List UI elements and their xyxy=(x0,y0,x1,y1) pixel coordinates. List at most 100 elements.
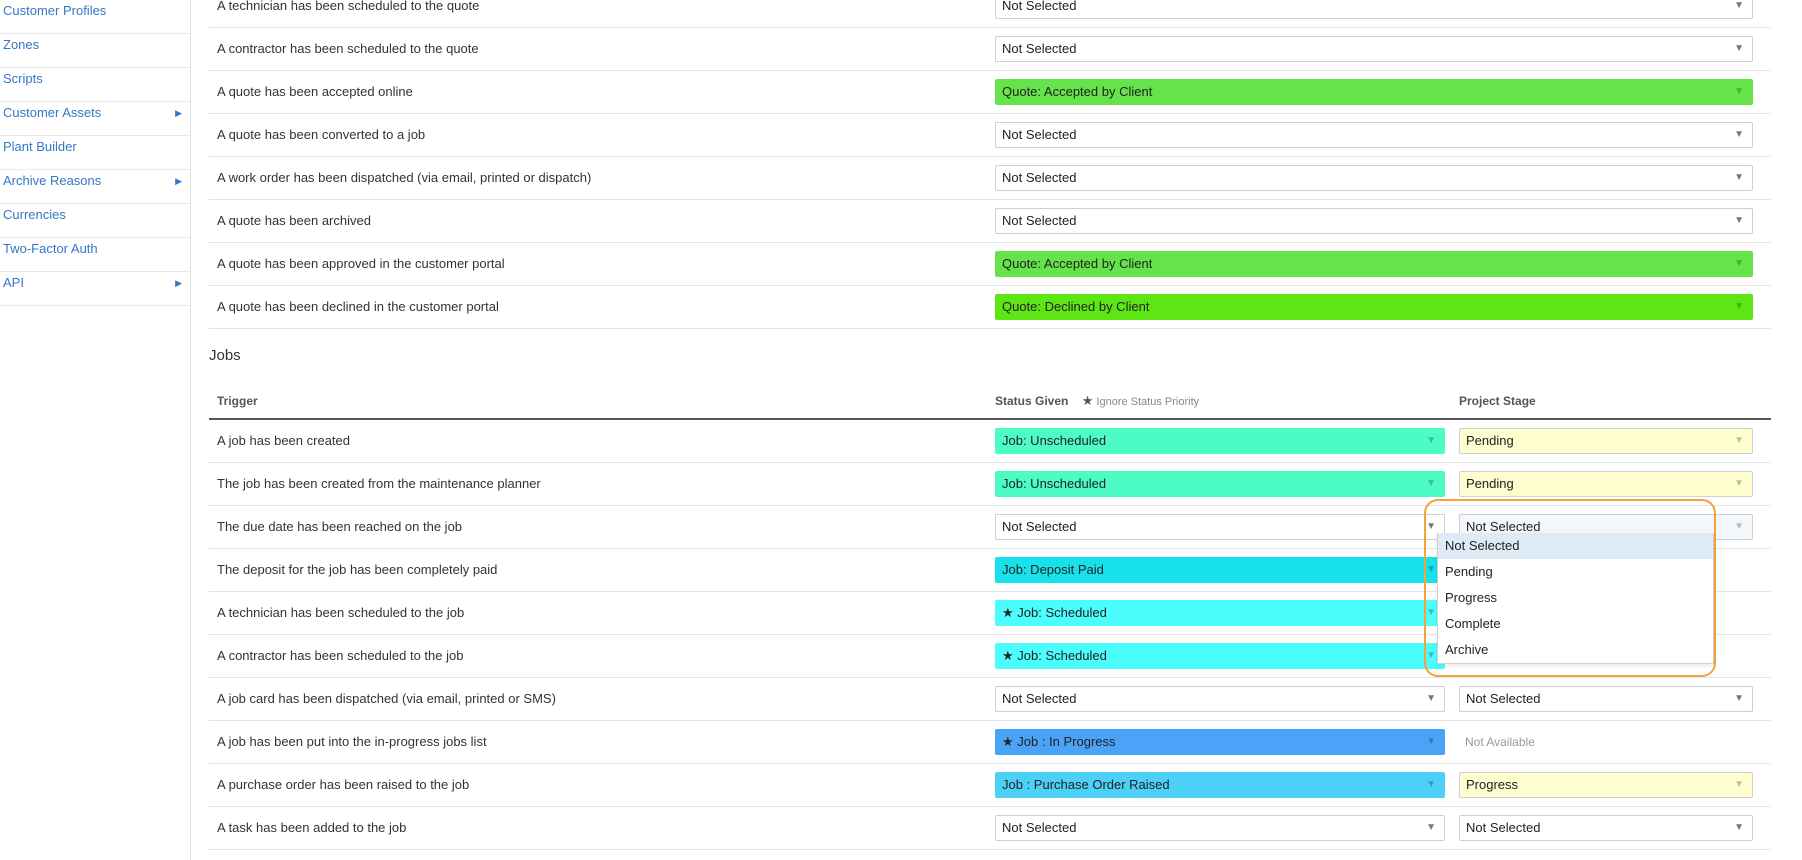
trigger-label: A quote has been archived xyxy=(217,213,371,228)
status-given-select[interactable]: Not Selected ▼ xyxy=(995,165,1753,191)
jobs-section-title: Jobs xyxy=(209,347,241,364)
trigger-label: A quote has been accepted online xyxy=(217,84,413,99)
status-given-select-value: Quote: Declined by Client xyxy=(1002,299,1150,314)
chevron-down-icon: ▼ xyxy=(1734,86,1744,97)
trigger-label: A work order has been dispatched (via em… xyxy=(217,170,592,185)
chevron-down-icon: ▼ xyxy=(1426,564,1436,575)
dropdown-option-progress[interactable]: Progress xyxy=(1438,585,1713,611)
project-stage-select[interactable]: Pending ▼ xyxy=(1459,428,1753,454)
settings-sidebar: Customer Profiles Zones Scripts Customer As… xyxy=(0,0,191,860)
trigger-label: A contractor has been scheduled to the j… xyxy=(217,648,464,663)
project-stage-select[interactable]: Not Selected ▼ xyxy=(1459,686,1753,712)
chevron-down-icon: ▼ xyxy=(1734,215,1744,226)
status-given-select[interactable]: ★ Job: Scheduled ▼ xyxy=(995,600,1445,626)
sidebar-item-archive-reasons[interactable]: Archive Reasons ▶ xyxy=(0,170,190,204)
status-given-select-value: Not Selected xyxy=(1002,41,1077,56)
status-given-label: Status Given xyxy=(995,394,1069,408)
sidebar-item-currencies[interactable]: Currencies xyxy=(0,204,190,238)
status-given-select[interactable]: Quote: Accepted by Client ▼ xyxy=(995,79,1753,105)
sidebar-item-api[interactable]: API ▶ xyxy=(0,272,190,306)
status-given-select[interactable]: Not Selected ▼ xyxy=(995,815,1445,841)
trigger-label: A quote has been approved in the custome… xyxy=(217,256,505,271)
sidebar-item-plant-builder[interactable]: Plant Builder xyxy=(0,136,190,170)
project-stage-select-value: Progress xyxy=(1466,777,1519,792)
project-stage-select[interactable]: Not Selected ▼ xyxy=(1459,815,1753,841)
project-stage-select-value: Not Selected xyxy=(1466,691,1541,706)
dropdown-option-pending[interactable]: Pending xyxy=(1438,559,1713,585)
trigger-label: A quote has been declined in the custome… xyxy=(217,299,499,314)
trigger-label: A purchase order has been raised to the … xyxy=(217,777,470,792)
trigger-column-header: Trigger xyxy=(217,394,258,408)
status-given-select[interactable]: Not Selected ▼ xyxy=(995,36,1753,62)
project-stage-select-value: Not Selected xyxy=(1466,519,1541,534)
status-given-select[interactable]: Not Selected ▼ xyxy=(995,0,1753,19)
table-row: The job has been created from the mainte… xyxy=(209,463,1771,506)
sidebar-item-label: Zones xyxy=(3,37,40,52)
table-row: A contractor has been scheduled to the q… xyxy=(209,28,1771,71)
sidebar-item-two-factor-auth[interactable]: Two-Factor Auth xyxy=(0,238,190,272)
sidebar-item-label: Currencies xyxy=(3,207,66,222)
status-given-select-value: ★ Job : In Progress xyxy=(1002,734,1116,749)
trigger-label: A contractor has been scheduled to the q… xyxy=(217,41,479,56)
status-given-select[interactable]: Job: Deposit Paid ▼ xyxy=(995,557,1445,583)
status-given-select-value: Quote: Accepted by Client xyxy=(1002,256,1153,271)
status-given-select[interactable]: Quote: Accepted by Client ▼ xyxy=(995,251,1753,277)
status-given-select[interactable]: Job: Unscheduled ▼ xyxy=(995,428,1445,454)
chevron-down-icon: ▼ xyxy=(1426,779,1436,790)
chevron-down-icon: ▼ xyxy=(1426,607,1436,618)
status-given-select[interactable]: Not Selected ▼ xyxy=(995,122,1753,148)
dropdown-option-not-selected[interactable]: Not Selected xyxy=(1438,533,1713,559)
quote-triggers-table: A technician has been scheduled to the q… xyxy=(209,0,1771,329)
table-row: A quote has been accepted online Quote: A… xyxy=(209,71,1771,114)
project-stage-select[interactable]: Progress ▼ xyxy=(1459,772,1753,798)
table-row: A quote has been converted to a job Not S… xyxy=(209,114,1771,157)
status-given-select-value: Job: Deposit Paid xyxy=(1002,562,1104,577)
status-given-select[interactable]: Job: Unscheduled ▼ xyxy=(995,471,1445,497)
status-given-select-value: ★ Job: Scheduled xyxy=(1002,648,1107,663)
sidebar-item-label: Plant Builder xyxy=(3,139,77,154)
sidebar-item-customer-assets[interactable]: Customer Assets ▶ xyxy=(0,102,190,136)
dropdown-option-complete[interactable]: Complete xyxy=(1438,611,1713,637)
trigger-label: A job has been put into the in-progress … xyxy=(217,734,487,749)
table-row: A job has been created Job: Unscheduled ▼ P… xyxy=(209,420,1771,463)
status-given-select[interactable]: Not Selected ▼ xyxy=(995,208,1753,234)
trigger-label: A technician has been scheduled to the j… xyxy=(217,605,465,620)
chevron-down-icon: ▼ xyxy=(1426,650,1436,661)
status-given-select-value: Job: Unscheduled xyxy=(1002,433,1107,448)
status-given-select-value: Not Selected xyxy=(1002,519,1077,534)
sidebar-item-scripts[interactable]: Scripts xyxy=(0,68,190,102)
ignore-status-priority-note: ★ Ignore Status Priority xyxy=(1082,393,1199,408)
table-row: A work order has been dispatched (via em… xyxy=(209,157,1771,200)
chevron-right-icon: ▶ xyxy=(175,108,182,118)
table-row: A purchase order has been raised to the … xyxy=(209,764,1771,807)
table-row: A job card has been dispatched (via emai… xyxy=(209,678,1771,721)
jobs-table-header: Trigger Status Given ★ Ignore Status Pri… xyxy=(209,384,1771,420)
project-stage-select[interactable]: Pending ▼ xyxy=(1459,471,1753,497)
sidebar-item-label: API xyxy=(3,275,24,290)
table-row: A job has been put into the in-progress … xyxy=(209,721,1771,764)
status-given-select[interactable]: Not Selected ▼ xyxy=(995,686,1445,712)
table-row: A quote has been archived Not Selected ▼ xyxy=(209,200,1771,243)
chevron-down-icon: ▼ xyxy=(1734,0,1744,11)
status-given-select[interactable]: Job : Purchase Order Raised ▼ xyxy=(995,772,1445,798)
table-row: A quote has been declined in the custome… xyxy=(209,286,1771,329)
chevron-down-icon: ▼ xyxy=(1734,129,1744,140)
sidebar-item-zones[interactable]: Zones xyxy=(0,34,190,68)
chevron-down-icon: ▼ xyxy=(1734,258,1744,269)
chevron-down-icon: ▼ xyxy=(1426,478,1436,489)
chevron-down-icon: ▼ xyxy=(1734,43,1744,54)
project-stage-unavailable: Not Available xyxy=(1465,735,1535,749)
table-row: A quote has been approved in the custome… xyxy=(209,243,1771,286)
status-given-select[interactable]: ★ Job: Scheduled ▼ xyxy=(995,643,1445,669)
chevron-down-icon: ▼ xyxy=(1734,172,1744,183)
trigger-label: A task has been added to the job xyxy=(217,820,407,835)
status-given-select[interactable]: Quote: Declined by Client ▼ xyxy=(995,294,1753,320)
trigger-label: A technician has been scheduled to the q… xyxy=(217,0,480,13)
sidebar-item-customer-profiles[interactable]: Customer Profiles xyxy=(0,0,190,34)
dropdown-option-archive[interactable]: Archive xyxy=(1438,637,1713,663)
trigger-label: A job card has been dispatched (via emai… xyxy=(217,691,556,706)
status-given-select[interactable]: Not Selected ▼ xyxy=(995,514,1445,540)
status-given-select[interactable]: ★ Job : In Progress ▼ xyxy=(995,729,1445,755)
trigger-label: A job has been created xyxy=(217,433,350,448)
chevron-right-icon: ▶ xyxy=(175,278,182,288)
